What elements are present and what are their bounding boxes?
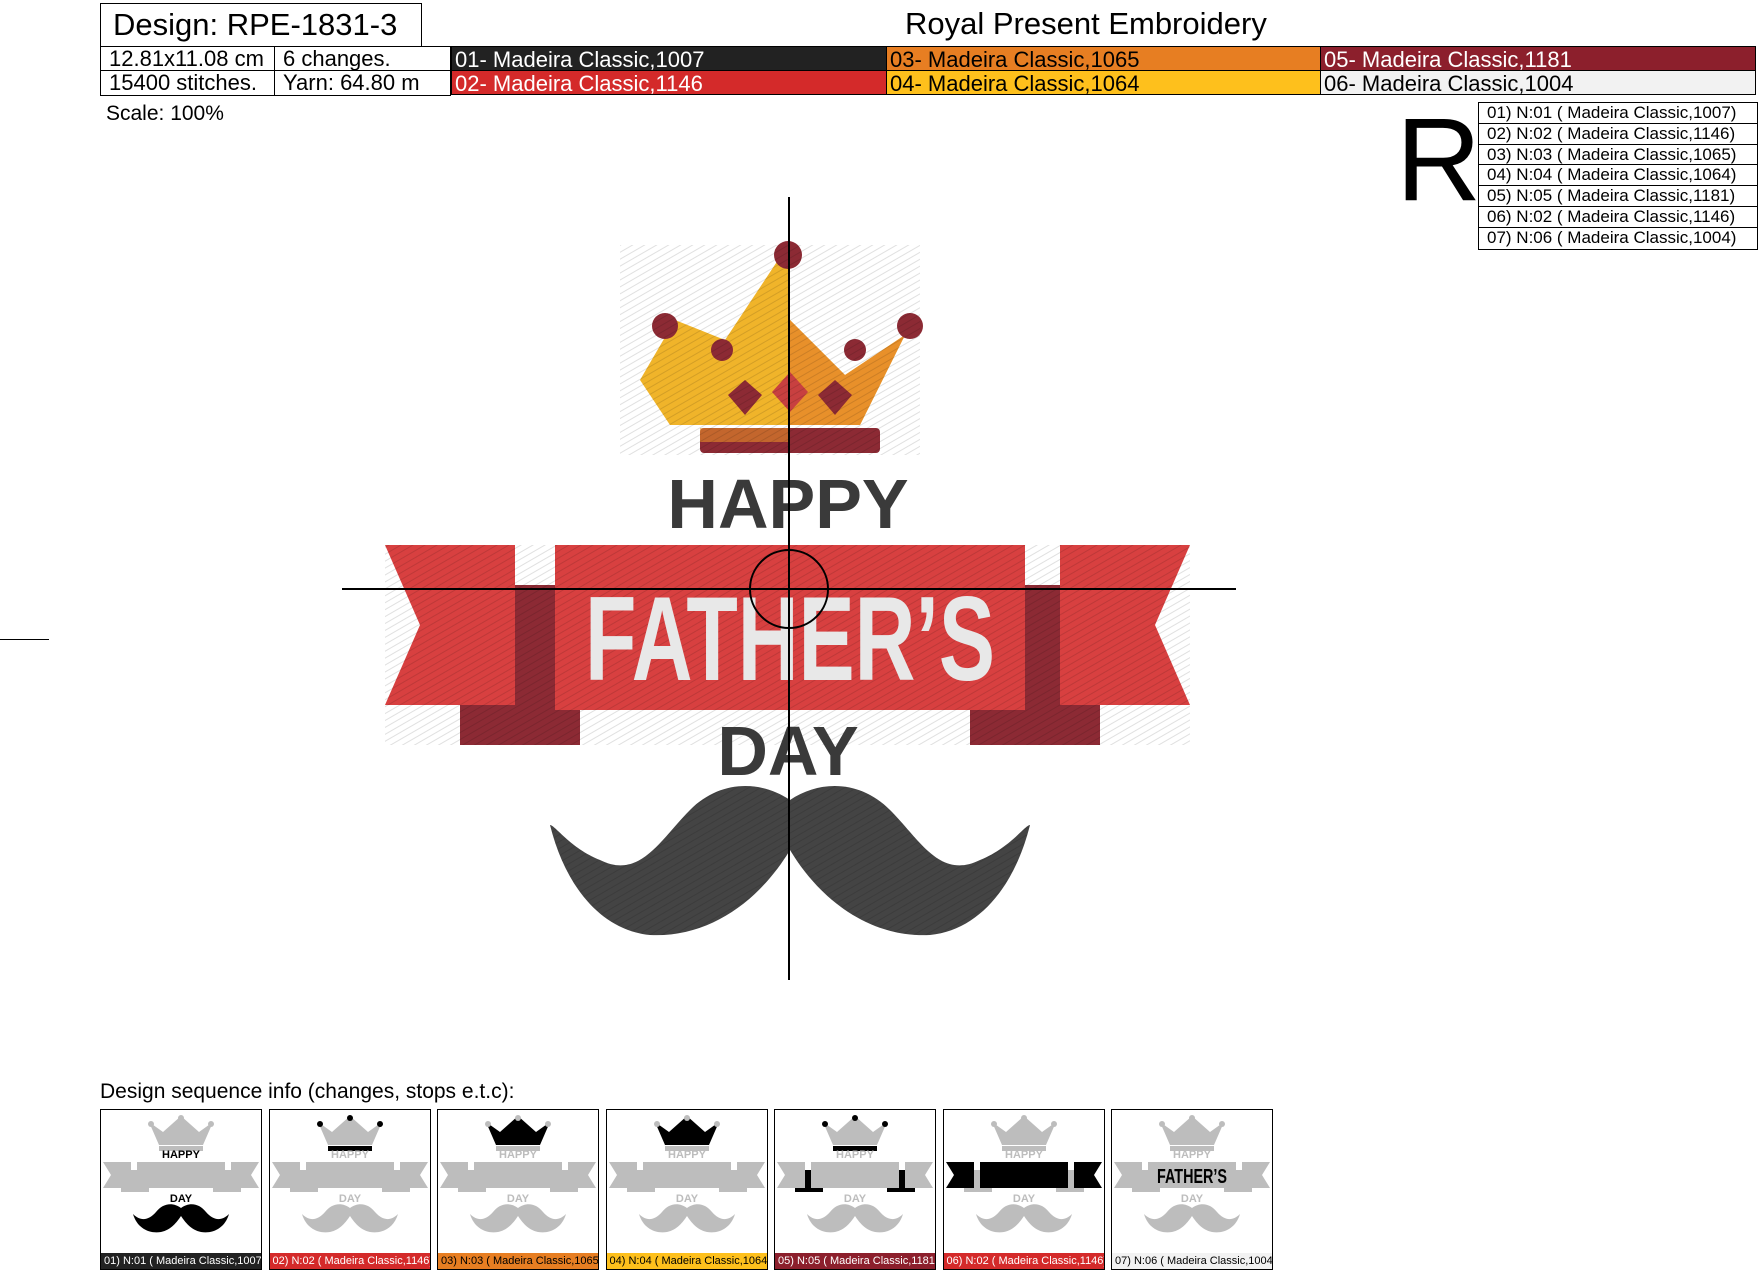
sequence-thumbnail: HAPPY FATHER’S DAY 02) N:02 ( Madeira Cl…	[268, 1109, 431, 1270]
sequence-thumbnail-label: 07) N:06 ( Madeira Classic,1004)	[1112, 1253, 1272, 1269]
sequence-thumbnail: HAPPY FATHER’S DAY 04) N:04 ( Madeira Cl…	[605, 1109, 768, 1270]
sequence-thumbnail-label: 04) N:04 ( Madeira Classic,1064)	[606, 1253, 767, 1269]
svg-text:HAPPY: HAPPY	[331, 1149, 370, 1161]
svg-text:HAPPY: HAPPY	[1005, 1149, 1044, 1161]
svg-text:FATHER’S: FATHER’S	[1157, 1166, 1227, 1188]
sequence-title: Design sequence info (changes, stops e.t…	[100, 1080, 515, 1103]
svg-text:DAY: DAY	[1012, 1193, 1035, 1205]
sequence-thumbnail: HAPPY FATHER’S DAY 07) N:06 ( Madeira Cl…	[1111, 1109, 1273, 1270]
svg-text:DAY: DAY	[844, 1193, 867, 1205]
sequence-thumbnail-label: 05) N:05 ( Madeira Classic,1181)	[775, 1253, 935, 1269]
sequence-thumbnail: HAPPY FATHER’S DAY 01) N:01 ( Madeira Cl…	[100, 1109, 262, 1270]
sequence-thumbnail-label: 02) N:02 ( Madeira Classic,1146)	[269, 1253, 430, 1269]
sequence-thumbnail: HAPPY FATHER’S DAY 05) N:05 ( Madeira Cl…	[774, 1109, 936, 1270]
center-crosshair	[342, 197, 1236, 980]
svg-text:HAPPY: HAPPY	[499, 1149, 538, 1161]
svg-text:DAY: DAY	[170, 1193, 193, 1205]
svg-text:HAPPY: HAPPY	[668, 1149, 707, 1161]
svg-text:HAPPY: HAPPY	[836, 1149, 875, 1161]
svg-text:DAY: DAY	[1181, 1193, 1204, 1205]
sequence-thumbnail-label: 03) N:03 ( Madeira Classic,1065)	[438, 1253, 598, 1269]
svg-text:DAY: DAY	[675, 1193, 698, 1205]
svg-text:DAY: DAY	[338, 1193, 361, 1205]
svg-text:HAPPY: HAPPY	[1173, 1149, 1212, 1161]
sequence-thumbnail-label: 01) N:01 ( Madeira Classic,1007)	[101, 1253, 261, 1269]
sequence-thumbnail: HAPPY FATHER’S DAY 03) N:03 ( Madeira Cl…	[437, 1109, 599, 1270]
sequence-thumbnail-label: 06) N:02 ( Madeira Classic,1146)	[943, 1253, 1104, 1269]
sequence-thumbnail: HAPPY FATHER’S DAY 06) N:02 ( Madeira Cl…	[942, 1109, 1105, 1270]
svg-text:HAPPY: HAPPY	[162, 1149, 201, 1161]
svg-text:DAY: DAY	[507, 1193, 530, 1205]
crown-graphic	[620, 241, 923, 455]
design-preview: HAPPY FATHER’S DAY	[342, 197, 1236, 980]
